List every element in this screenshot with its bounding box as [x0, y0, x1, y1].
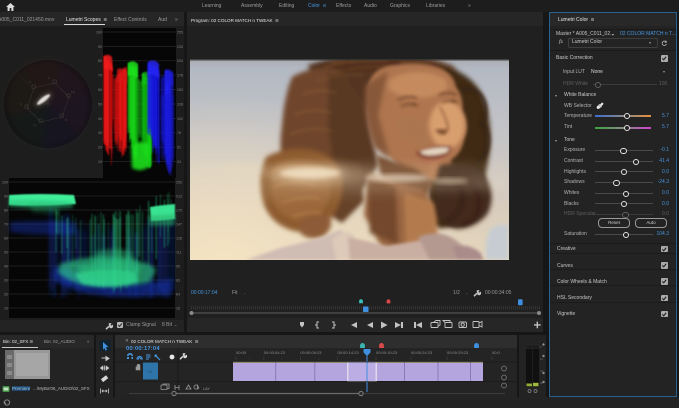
svg-text:10: 10 — [4, 306, 8, 310]
svg-text:179: 179 — [176, 208, 182, 212]
svg-text:V1: V1 — [148, 370, 153, 374]
svg-text:30: 30 — [98, 131, 102, 135]
svg-text:B: B — [65, 118, 67, 122]
svg-text:00:00: 00:00 — [236, 350, 247, 355]
svg-text:50: 50 — [98, 102, 102, 106]
svg-text:00:00:24:23: 00:00:24:23 — [411, 350, 433, 355]
svg-text:70: 70 — [4, 222, 8, 226]
svg-text:24: 24 — [177, 160, 181, 164]
svg-text:70: 70 — [98, 74, 102, 78]
svg-text:12: 12 — [540, 357, 544, 361]
svg-text:80: 80 — [98, 59, 102, 63]
svg-text:00:00:14:23: 00:00:14:23 — [338, 350, 360, 355]
svg-text:64: 64 — [176, 292, 180, 296]
svg-text:Mg: Mg — [71, 90, 75, 94]
svg-text:30: 30 — [4, 278, 8, 282]
svg-text:102: 102 — [177, 117, 183, 121]
svg-text:90: 90 — [98, 45, 102, 49]
svg-text:20: 20 — [98, 146, 102, 150]
svg-text:76: 76 — [177, 131, 181, 135]
svg-text:100: 100 — [96, 30, 102, 34]
svg-text:255: 255 — [177, 30, 183, 34]
svg-text:255: 255 — [176, 180, 182, 184]
svg-text:147: 147 — [176, 222, 182, 226]
svg-text:178: 178 — [177, 74, 183, 78]
svg-text:204: 204 — [177, 59, 183, 63]
svg-text:100: 100 — [2, 180, 8, 184]
svg-text:10: 10 — [98, 160, 102, 164]
svg-text:213: 213 — [176, 194, 182, 198]
svg-text:Cy: Cy — [33, 123, 37, 127]
svg-text:95: 95 — [176, 264, 180, 268]
svg-text:128: 128 — [176, 236, 182, 240]
svg-text:111: 111 — [176, 250, 181, 254]
svg-text:00:00:29:23: 00:00:29:23 — [447, 350, 469, 355]
svg-text:128: 128 — [177, 102, 183, 106]
svg-text:Yl: Yl — [28, 80, 31, 84]
svg-text:20: 20 — [4, 292, 8, 296]
svg-text:LAY: LAY — [203, 387, 210, 391]
svg-text:80: 80 — [4, 208, 8, 212]
svg-text:40: 40 — [4, 264, 8, 268]
svg-text:00:00:09:23: 00:00:09:23 — [300, 350, 322, 355]
svg-text:60: 60 — [4, 236, 8, 240]
svg-text:83: 83 — [176, 278, 180, 282]
svg-text:40: 40 — [98, 117, 102, 121]
svg-text:00:0: 00:0 — [492, 350, 501, 355]
svg-text:153: 153 — [177, 88, 183, 92]
svg-text:00:00:04:23: 00:00:04:23 — [264, 350, 286, 355]
svg-text:230: 230 — [177, 45, 183, 49]
svg-text:90: 90 — [4, 194, 8, 198]
svg-text:0: 0 — [540, 345, 542, 349]
svg-text:16: 16 — [176, 306, 180, 310]
svg-text:60: 60 — [98, 88, 102, 92]
svg-text:00:00:19:23: 00:00:19:23 — [376, 350, 398, 355]
svg-text:51: 51 — [177, 146, 181, 150]
svg-text:50: 50 — [4, 250, 8, 254]
